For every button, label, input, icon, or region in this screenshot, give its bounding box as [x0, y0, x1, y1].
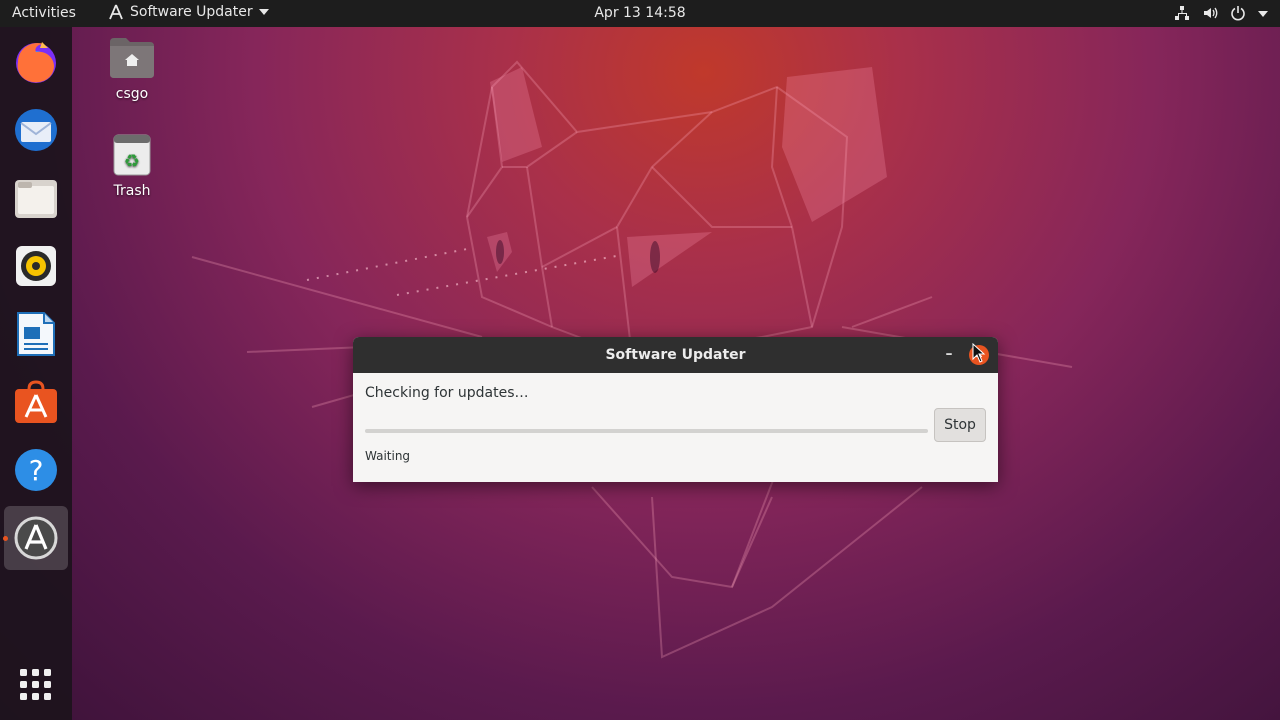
- rhythmbox-icon: [16, 246, 56, 286]
- dialog-title: Software Updater: [605, 347, 746, 363]
- clock[interactable]: Apr 13 14:58: [594, 5, 685, 21]
- status-text: Checking for updates…: [365, 385, 529, 401]
- libreoffice-writer-icon: [17, 312, 55, 356]
- software-updater-icon: [14, 516, 58, 560]
- desktop-icon-home[interactable]: csgo: [92, 36, 172, 102]
- files-icon: [15, 180, 57, 218]
- svg-text:♻: ♻: [124, 151, 140, 172]
- dock: ?: [0, 27, 72, 720]
- running-indicator: [3, 536, 8, 541]
- grid-icon: [20, 669, 51, 700]
- minimize-button[interactable]: –: [939, 345, 959, 365]
- network-icon[interactable]: [1174, 5, 1190, 21]
- desktop-icon-label: csgo: [115, 86, 149, 102]
- top-bar: Activities Software Updater Apr 13 14:58: [0, 0, 1280, 27]
- dock-item-help[interactable]: ?: [4, 438, 68, 502]
- dialog-titlebar[interactable]: Software Updater – ✕: [353, 337, 998, 373]
- firefox-icon: [16, 42, 56, 83]
- dock-item-rhythmbox[interactable]: [4, 234, 68, 298]
- volume-icon[interactable]: [1202, 5, 1218, 21]
- dock-item-files[interactable]: [4, 166, 68, 230]
- ubuntu-software-icon: [15, 380, 57, 423]
- power-icon[interactable]: [1230, 5, 1246, 21]
- progress-bar: [365, 429, 928, 433]
- app-menu[interactable]: Software Updater: [108, 4, 269, 20]
- home-folder-icon: [110, 38, 154, 78]
- stop-button[interactable]: Stop: [934, 408, 986, 442]
- software-updater-dialog: Software Updater – ✕ Checking for update…: [353, 337, 998, 482]
- substatus-text: Waiting: [365, 449, 411, 463]
- dock-item-thunderbird[interactable]: [4, 98, 68, 162]
- dock-item-ubuntu-software[interactable]: [4, 370, 68, 434]
- app-menu-label: Software Updater: [130, 4, 253, 20]
- chevron-down-icon: [258, 9, 269, 15]
- show-applications-button[interactable]: [4, 653, 68, 717]
- activities-button[interactable]: Activities: [12, 5, 76, 21]
- dock-item-libreoffice-writer[interactable]: [4, 302, 68, 366]
- mouse-cursor-icon: [972, 343, 986, 363]
- desktop-icon-trash[interactable]: ♻ Trash: [92, 133, 172, 199]
- dock-item-software-updater[interactable]: [4, 506, 68, 570]
- svg-text:?: ?: [29, 454, 44, 487]
- chevron-down-icon[interactable]: [1258, 5, 1268, 21]
- help-icon: ?: [15, 449, 57, 491]
- software-updater-icon: [109, 4, 123, 20]
- dock-item-firefox[interactable]: [4, 30, 68, 94]
- desktop-icon-label: Trash: [113, 183, 151, 199]
- system-tray[interactable]: [1174, 5, 1268, 21]
- thunderbird-icon: [15, 109, 57, 151]
- trash-icon: ♻: [113, 134, 151, 176]
